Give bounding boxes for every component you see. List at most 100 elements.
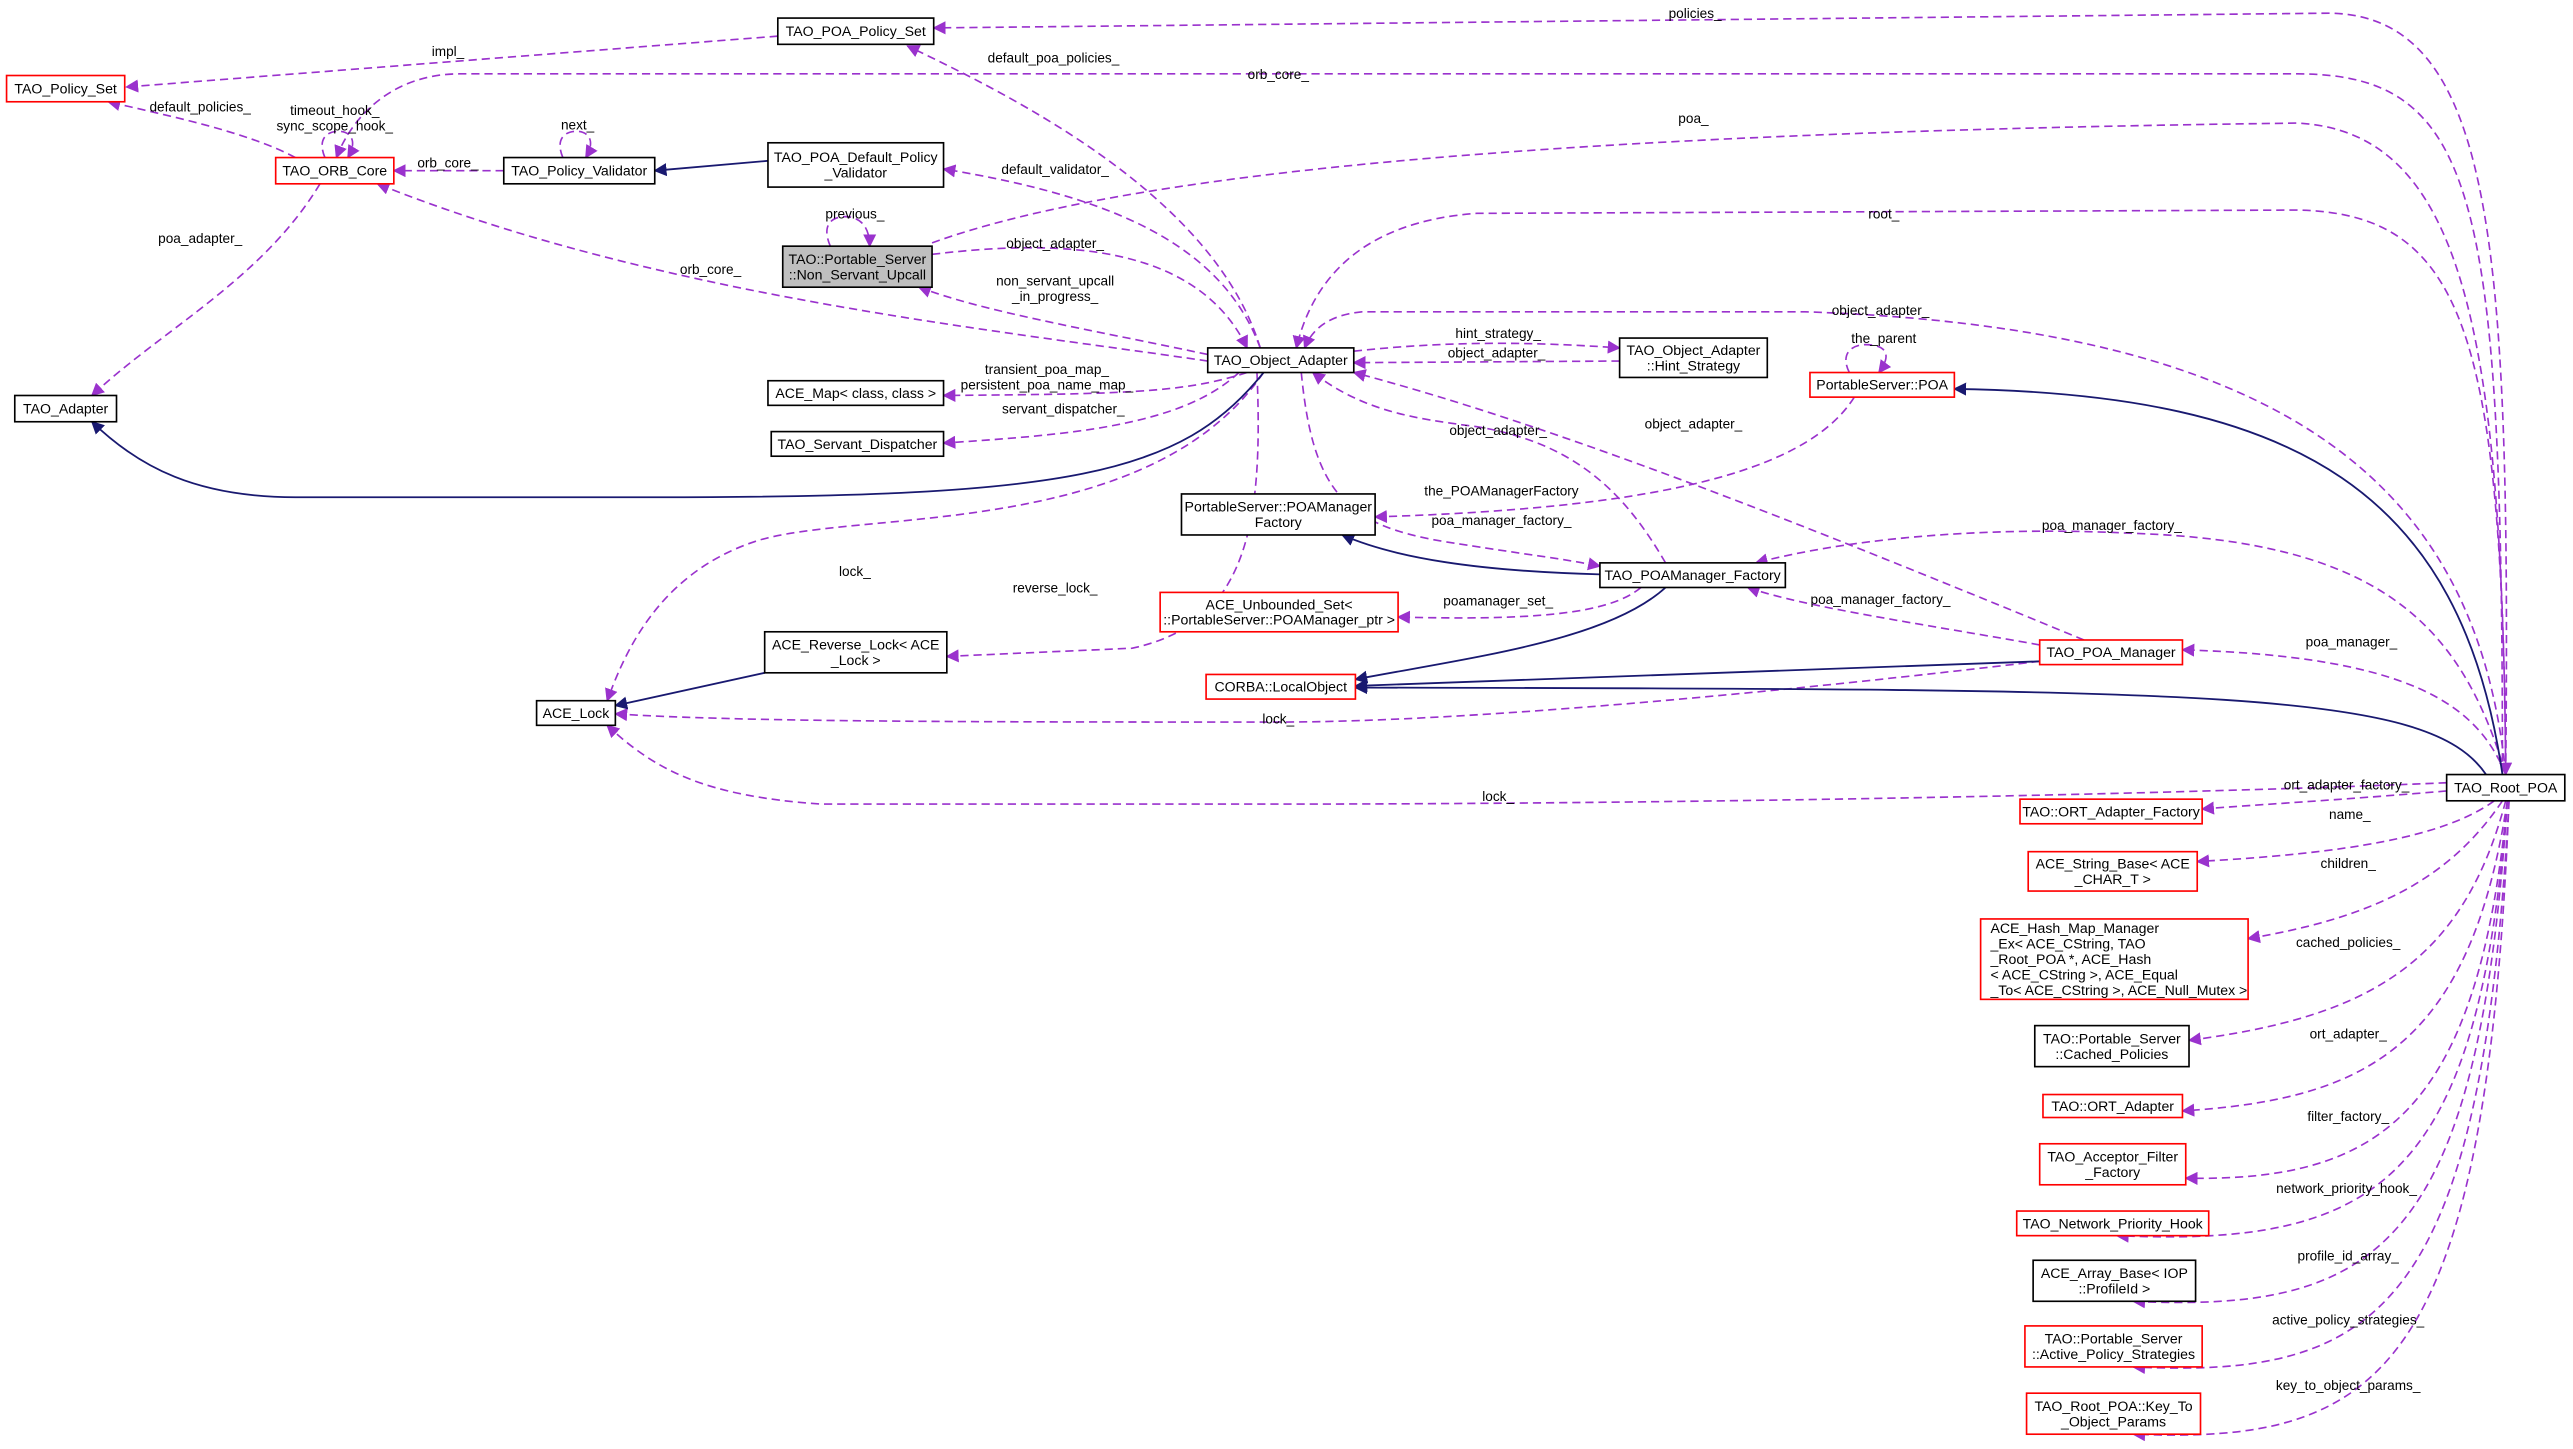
edge-label: poa_manager_factory_ <box>1811 592 1951 607</box>
class-node-root-poa[interactable]: TAO_Root_POA <box>2445 773 2566 802</box>
class-name: TAO_Adapter <box>23 401 109 417</box>
class-name: TAO_POA_Default_Policy <box>774 149 939 165</box>
edge-label: orb_core_ <box>1248 67 1310 82</box>
class-node-hash-map[interactable]: ACE_Hash_Map_Manager_Ex< ACE_CString, TA… <box>1979 918 2249 1001</box>
class-name: ::Hint_Strategy <box>1647 357 1741 373</box>
edge-label: children_ <box>2321 856 2377 871</box>
class-name: TAO_ORB_Core <box>282 163 387 179</box>
usage-edge-orb_core-to-adapter <box>90 183 321 397</box>
edge-label: hint_strategy_ <box>1455 326 1541 341</box>
edge-label: object_adapter_ <box>1832 303 1930 318</box>
edge-label: poa_manager_factory_ <box>1431 513 1571 528</box>
class-node-local-object[interactable]: CORBA::LocalObject <box>1205 673 1357 700</box>
class-name: TAO::Portable_Server <box>2043 1030 2181 1046</box>
class-node-ace-lock[interactable]: ACE_Lock <box>535 699 617 727</box>
collaboration-diagram: policies_ impl_ orb_core_ default_policies_… <box>5 6 2566 1442</box>
class-node-orb-core[interactable]: TAO_ORB_Core <box>274 156 395 185</box>
edge-label: poamanager_set_ <box>1443 594 1553 609</box>
class-node-tao-poamanager-factory[interactable]: TAO_POAManager_Factory <box>1599 562 1787 589</box>
class-node-non-servant-upcall[interactable]: TAO::Portable_Server::Non_Servant_Upcall <box>781 245 933 289</box>
edge-label: persistent_poa_name_map_ <box>961 378 1134 393</box>
class-name: TAO_POAManager_Factory <box>1605 567 1782 583</box>
edge-label: lock_ <box>1262 712 1294 727</box>
class-node-unbounded-set[interactable]: ACE_Unbounded_Set<::PortableServer::POAM… <box>1159 591 1399 633</box>
class-name: CORBA::LocalObject <box>1214 679 1347 695</box>
class-node-active-policy[interactable]: TAO::Portable_Server::Active_Policy_Stra… <box>2024 1325 2203 1368</box>
class-name: TAO::ORT_Adapter <box>2051 1098 2174 1114</box>
edge-label: timeout_hook_ <box>290 103 380 118</box>
class-node-key-to-object[interactable]: TAO_Root_POA::Key_To_Object_Params <box>2025 1392 2202 1436</box>
class-node-ace-map[interactable]: ACE_Map< class, class > <box>767 379 945 407</box>
class-name: _CHAR_T > <box>2074 871 2151 887</box>
edge-label: lock_ <box>1482 789 1514 804</box>
class-name: < ACE_CString >, ACE_Equal <box>1990 967 2177 983</box>
edge-label: lock_ <box>839 564 871 579</box>
class-name: TAO_Network_Priority_Hook <box>2023 1215 2204 1231</box>
class-name: TAO_Servant_Dispatcher <box>778 436 938 452</box>
usage-edge-root_poa-to-ace_lock <box>606 724 2447 805</box>
class-name: ACE_Map< class, class > <box>775 385 936 401</box>
class-name: _Lock > <box>830 652 881 668</box>
class-name: PortableServer::POA <box>1816 377 1948 393</box>
class-node-ort-adapter[interactable]: TAO::ORT_Adapter <box>2042 1093 2184 1119</box>
class-name: ACE_Array_Base< IOP <box>2041 1265 2188 1281</box>
edge-label: poa_ <box>1678 111 1709 126</box>
class-name: TAO_Object_Adapter <box>1627 342 1761 358</box>
class-name: Factory <box>1255 514 1303 530</box>
class-node-policy-set[interactable]: TAO_Policy_Set <box>5 74 126 103</box>
class-node-string-base[interactable]: ACE_String_Base< ACE_CHAR_T > <box>2027 850 2199 892</box>
class-node-policy-validator[interactable]: TAO_Policy_Validator <box>502 156 656 185</box>
edge-label: policies_ <box>1669 6 1722 21</box>
edge-label: default_validator_ <box>1001 162 1109 177</box>
class-name: TAO_Policy_Set <box>14 81 117 97</box>
edge-label: poa_manager_ <box>2306 635 2398 650</box>
class-node-network-priority-hook[interactable]: TAO_Network_Priority_Hook <box>2015 1210 2210 1237</box>
edge-label: profile_id_array_ <box>2298 1248 2400 1263</box>
usage-edge-root_poa-to-poa_policy_set <box>932 12 2508 775</box>
edge-label: orb_core_ <box>417 155 479 170</box>
class-node-poa-policy-set[interactable]: TAO_POA_Policy_Set <box>776 17 935 46</box>
usage-edge-portableserver_poa-to-poamanager_factory_iface <box>1373 396 1855 524</box>
usage-edge-non_servant_upcall-to-root_poa <box>931 122 2513 776</box>
class-name: TAO_POA_Policy_Set <box>786 23 926 39</box>
class-name: ACE_String_Base< ACE <box>2036 856 2190 872</box>
class-node-cached-policies[interactable]: TAO::Portable_Server::Cached_Policies <box>2033 1024 2190 1068</box>
class-node-default-policy-validator[interactable]: TAO_POA_Default_Policy_Validator <box>767 141 945 188</box>
class-node-portableserver-poa[interactable]: PortableServer::POA <box>1809 371 1956 398</box>
class-name: _Object_Params <box>2060 1413 2166 1429</box>
class-name: ::ProfileId > <box>2078 1280 2150 1296</box>
class-node-servant-dispatcher[interactable]: TAO_Servant_Dispatcher <box>770 430 945 458</box>
class-node-object-adapter[interactable]: TAO_Object_Adapter <box>1206 347 1355 374</box>
edge-label: the_parent <box>1851 331 1916 346</box>
class-name: TAO_POA_Manager <box>2047 644 2176 660</box>
class-name: _To< ACE_CString >, ACE_Null_Mutex > <box>1989 982 2247 998</box>
edge-label: name_ <box>2329 807 2371 822</box>
class-name: TAO::Portable_Server <box>789 251 927 267</box>
class-name: ::Cached_Policies <box>2055 1046 2168 1062</box>
class-name: ACE_Hash_Map_Manager <box>1990 920 2159 936</box>
edge-label: servant_dispatcher_ <box>1002 402 1125 417</box>
class-node-array-base[interactable]: ACE_Array_Base< IOP::ProfileId > <box>2032 1259 2197 1303</box>
usage-edge-object_adapter-to-default_policy_validator <box>942 164 1262 349</box>
class-node-hint-strategy[interactable]: TAO_Object_Adapter::Hint_Strategy <box>1618 337 1769 379</box>
inheritance-edge-root_poa-to-portableserver_poa <box>1953 382 2504 775</box>
inheritance-edge-poa_manager-to-local_object <box>1354 660 2040 693</box>
usage-edge-portableserver_poa-to-portableserver_poa <box>1845 343 1892 374</box>
edge-label: impl_ <box>432 44 465 59</box>
class-name: _Root_POA *, ACE_Hash <box>1989 951 2151 967</box>
class-node-poa-manager[interactable]: TAO_POA_Manager <box>2038 639 2184 666</box>
edge-label: ort_adapter_factory_ <box>2284 777 2410 792</box>
class-node-acceptor-filter[interactable]: TAO_Acceptor_Filter_Factory <box>2038 1142 2187 1186</box>
class-node-poamanager-factory-iface[interactable]: PortableServer::POAManagerFactory <box>1180 493 1376 536</box>
usage-edge-hint_strategy-to-object_adapter <box>1352 356 1620 370</box>
class-node-reverse-lock[interactable]: ACE_Reverse_Lock< ACE_Lock > <box>763 630 948 674</box>
class-name: TAO::ORT_Adapter_Factory <box>2022 803 2200 819</box>
edge-label: orb_core_ <box>680 262 742 277</box>
class-node-ort-adapter-factory[interactable]: TAO::ORT_Adapter_Factory <box>2019 798 2203 825</box>
edge-label: cached_policies_ <box>2296 935 2401 950</box>
edge-label: key_to_object_params_ <box>2276 1378 2421 1393</box>
edge-label: sync_scope_hook_ <box>276 118 393 133</box>
class-node-adapter[interactable]: TAO_Adapter <box>13 394 118 423</box>
edge-label: non_servant_upcall <box>996 274 1114 289</box>
edge-label: poa_adapter_ <box>158 231 242 246</box>
